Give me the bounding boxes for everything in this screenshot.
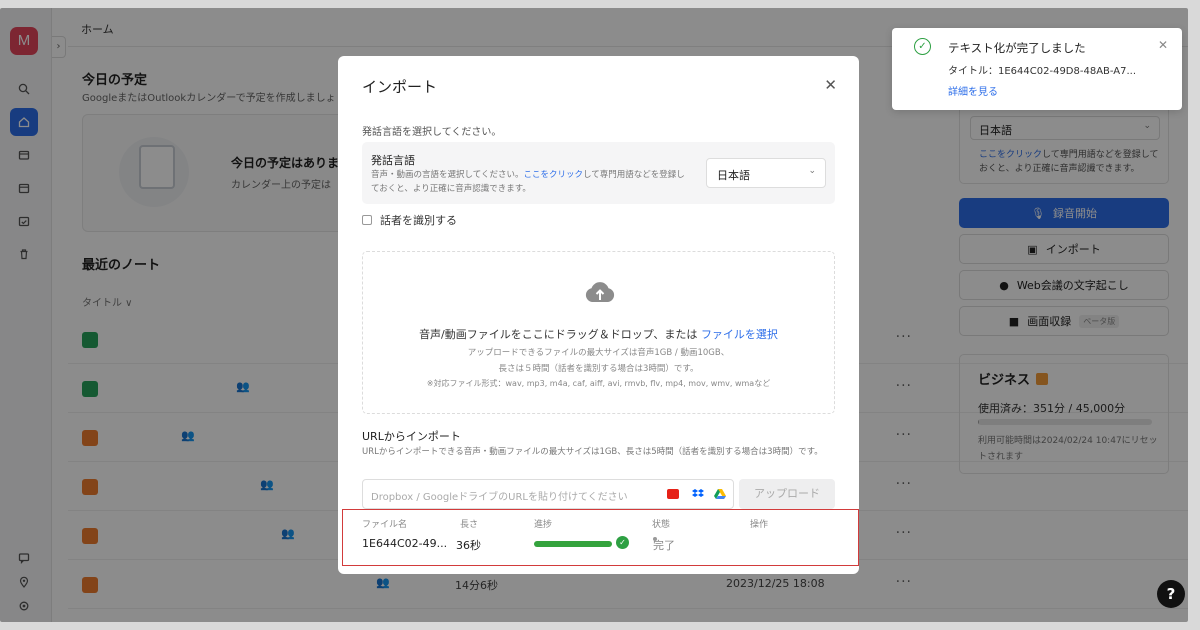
youtube-icon — [667, 489, 679, 499]
toast-subtitle: タイトル：1E644C02-49D8-48AB-A7... — [948, 66, 1137, 77]
upload-button[interactable]: アップロード — [739, 479, 835, 509]
google-drive-icon — [714, 489, 726, 499]
terms-link[interactable]: ここをクリック — [524, 170, 584, 180]
drop-zone[interactable]: 音声/動画ファイルをここにドラッグ＆ドロップ、または ファイルを選択 アップロー… — [362, 251, 835, 414]
modal-lang-select[interactable]: 日本語 ⌄ — [706, 158, 826, 188]
check-circle-icon: ✓ — [914, 38, 931, 55]
cloud-upload-icon — [585, 282, 615, 302]
lang-box: 発話言語 音声・動画の言語を選択してください。ここをクリックして専門用語などを登… — [362, 142, 835, 204]
close-icon[interactable]: ✕ — [824, 76, 837, 94]
url-description: URLからインポートできる音声・動画ファイルの最大サイズは1GB、長さは5時間（… — [362, 447, 823, 457]
import-modal: インポート ✕ 発話言語を選択してください。 発話言語 音声・動画の言語を選択し… — [338, 56, 859, 574]
dropbox-icon — [692, 489, 704, 499]
lang-description: 音声・動画の言語を選択してください。ここをクリックして専門用語などを登録しておく… — [371, 170, 685, 194]
help-button[interactable]: ? — [1157, 580, 1185, 608]
highlight-box-upload-row — [342, 509, 859, 566]
close-icon[interactable]: ✕ — [1158, 38, 1168, 52]
lang-heading: 発話言語 — [371, 154, 415, 167]
drop-length-text: 長さは５時間（話者を識別する場合は3時間）です。 — [498, 364, 699, 374]
toast-title: テキスト化が完了しました — [948, 41, 1086, 55]
toast-details-link[interactable]: 詳細を見る — [948, 83, 998, 98]
chevron-down-icon: ⌄ — [808, 166, 816, 176]
url-input[interactable]: Dropbox / GoogleドライブのURLを貼り付けてください — [362, 479, 734, 509]
speaker-checkbox[interactable]: 話者を識別する — [362, 212, 457, 228]
url-heading: URLからインポート — [362, 430, 461, 443]
checkbox-icon[interactable] — [362, 215, 372, 225]
modal-title: インポート — [362, 78, 438, 96]
drop-size-text: アップロードできるファイルの最大サイズは音声1GB / 動画10GB、 — [467, 348, 730, 358]
drop-format-text: ※対応ファイル形式：wav, mp3, m4a, caf, aiff, avi,… — [426, 379, 771, 388]
lang-note: 発話言語を選択してください。 — [362, 127, 502, 138]
file-select-link[interactable]: ファイルを選択 — [701, 328, 778, 341]
success-toast: ✓ テキスト化が完了しました タイトル：1E644C02-49D8-48AB-A… — [892, 28, 1182, 110]
drop-main-text: 音声/動画ファイルをここにドラッグ＆ドロップ、または ファイルを選択 — [419, 328, 778, 341]
